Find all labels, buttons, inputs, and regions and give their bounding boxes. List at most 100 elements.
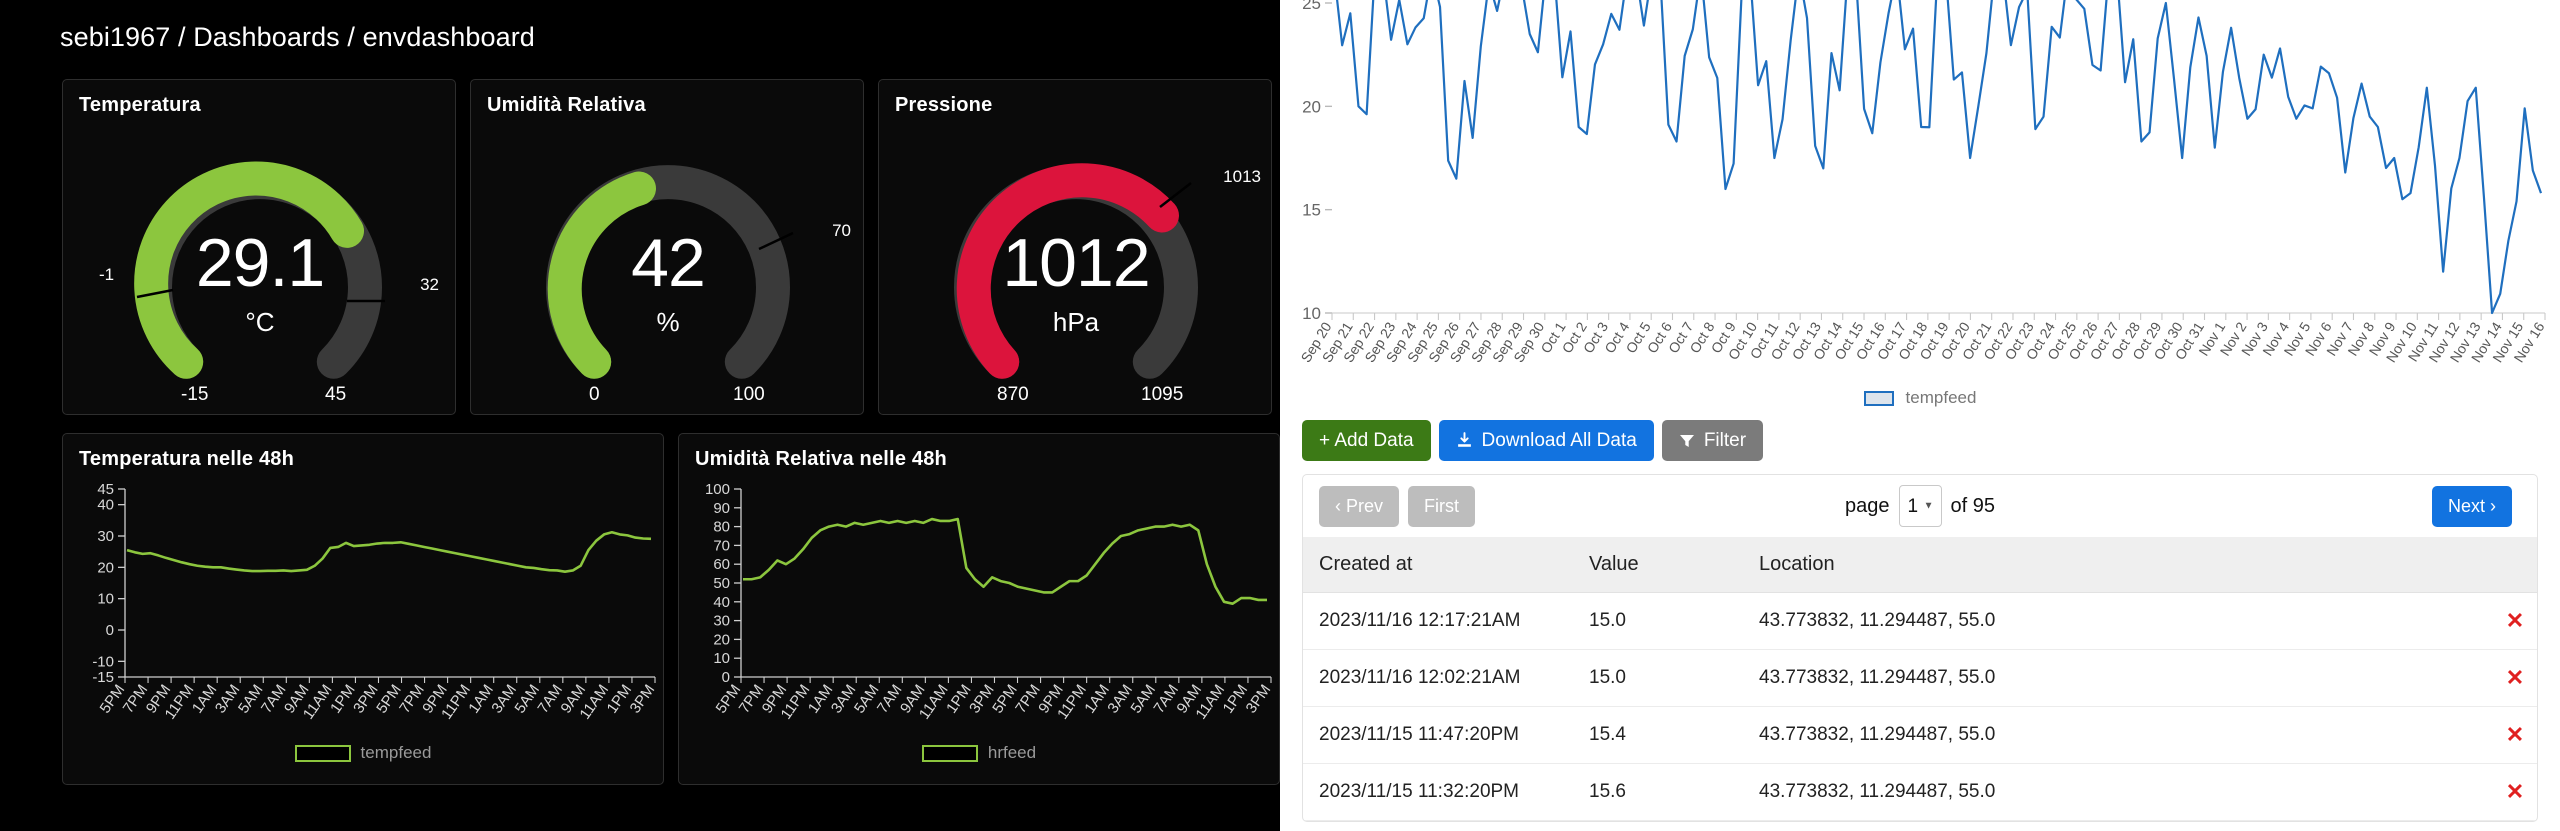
gauge-unit-umidita: % (656, 307, 680, 337)
chart-svg-umidita-48h: 10090807060504030201005PM7PM9PM11PM1AM3A… (705, 481, 1275, 722)
legend-swatch-tempfeed (294, 744, 351, 762)
measurements-table: Created at Value Location 2023/11/16 12:… (1303, 537, 2537, 821)
svg-text:7AM: 7AM (1150, 682, 1182, 717)
gauge-high-threshold-temperatura: 32 (420, 275, 439, 294)
chart-plot-temperatura-48h: 45 40 30 20 10 0 -10 -15 5PM 7PM 9PM 11PM 1AM 3AM 5AM 7… (63, 471, 663, 771)
cell-location: 43.773832, 11.294487, 55.0 (1743, 706, 2477, 764)
data-toolbar: + Add Data Download All Data Filter (1280, 412, 2560, 461)
svg-text:5AM: 5AM (851, 682, 883, 717)
svg-text:3AM: 3AM (212, 682, 244, 717)
svg-text:0: 0 (106, 622, 114, 639)
cell-created-at: 2023/11/15 11:32:20PM (1303, 763, 1573, 821)
svg-text:20: 20 (97, 559, 114, 576)
gauge-high-threshold-pressione: 1013 (1223, 167, 1261, 186)
gauge-value-umidita: 42 (631, 225, 706, 301)
svg-text:80: 80 (713, 519, 730, 536)
gauge-min-temperatura: -15 (181, 384, 209, 405)
svg-text:20: 20 (1302, 97, 1321, 116)
gauge-pressione: 1012 hPa 1013 (879, 117, 1273, 409)
svg-text:3AM: 3AM (1104, 682, 1136, 717)
column-header-created-at[interactable]: Created at (1303, 537, 1573, 593)
page-word-label: page (1845, 494, 1890, 517)
cell-value: 15.4 (1573, 706, 1743, 764)
svg-text:5PM: 5PM (373, 682, 405, 717)
svg-text:40: 40 (97, 497, 114, 514)
filter-button[interactable]: Filter (1661, 420, 1764, 461)
table-header-row: Created at Value Location (1303, 537, 2537, 593)
table-row: 2023/11/16 12:17:21AM 15.0 43.773832, 11.2… (1303, 592, 2537, 650)
chart-legend-temperatura-48h: tempfeed (63, 743, 663, 763)
add-data-button[interactable]: + Add Data (1302, 420, 1431, 461)
legend-swatch-hrfeed (921, 744, 978, 762)
page-select[interactable]: 1 (1898, 485, 1942, 527)
table-row: 2023/11/16 12:02:21AM 15.0 43.773832, 11.2… (1303, 649, 2537, 707)
charts-48h-row: Temperatura nelle 48h 45 40 30 20 10 0 -10 -15 5… (0, 433, 1280, 785)
svg-text:50: 50 (713, 575, 730, 592)
svg-text:5AM: 5AM (1127, 682, 1159, 717)
delete-row-icon[interactable]: ✕ (2506, 722, 2524, 748)
table-head: Created at Value Location (1303, 537, 2537, 593)
svg-text:10: 10 (1302, 304, 1321, 323)
chart-title-temperatura-48h: Temperatura nelle 48h (79, 448, 295, 470)
svg-text:3PM: 3PM (350, 682, 382, 717)
gauge-umidita: 42 % 70 (471, 117, 865, 409)
next-page-button[interactable]: Next › (2431, 485, 2512, 527)
first-page-button[interactable]: First (1408, 485, 1476, 527)
download-all-data-button[interactable]: Download All Data (1438, 420, 1654, 461)
breadcrumb[interactable]: sebi1967 / Dashboards / envdashboard (0, 0, 1280, 53)
big-chart-svg: 10152025Sep 20Sep 21Sep 22Sep 23Sep 24Se… (1297, 0, 2548, 365)
svg-text:70: 70 (713, 537, 730, 554)
svg-text:5PM: 5PM (713, 682, 745, 717)
prev-page-button[interactable]: ‹ Prev (1319, 485, 1400, 527)
gauge-unit-pressione: hPa (1052, 307, 1100, 337)
data-table-block: ‹ Prev First page 1 ▼ of 95 Next › Creat… (1302, 474, 2538, 822)
svg-text:90: 90 (713, 500, 730, 517)
page-select-wrap: 1 ▼ (1898, 485, 1942, 527)
gauge-card-temperatura: Temperatura 29.1 °C -1 32 -15 45 (62, 79, 456, 415)
gauge-temperatura: 29.1 °C -1 32 (63, 117, 457, 409)
delete-row-icon[interactable]: ✕ (2506, 779, 2524, 805)
legend-swatch-big-tempfeed (1863, 390, 1894, 406)
chart-svg-temperatura-48h: 45403020100-10-155PM7PM9PM11PM1AM3AM5AM7… (92, 481, 659, 722)
svg-text:3PM: 3PM (627, 682, 659, 717)
table-row: 2023/11/15 11:47:20PM 15.4 43.773832, 11.2… (1303, 706, 2537, 764)
svg-text:3AM: 3AM (488, 682, 520, 717)
page-total-label: of 95 (1950, 494, 1995, 517)
filter-label: Filter (1703, 430, 1747, 451)
cell-value: 15.6 (1573, 763, 1743, 821)
svg-text:25: 25 (1302, 0, 1321, 13)
column-header-value[interactable]: Value (1573, 537, 1743, 593)
svg-text:3PM: 3PM (1243, 682, 1275, 717)
cell-delete: ✕ (2477, 592, 2537, 650)
delete-row-icon[interactable]: ✕ (2506, 608, 2524, 634)
filter-icon (1679, 434, 1694, 447)
chart-card-umidita-48h: Umidità Relativa nelle 48h 100 90 80 70 60 50… (678, 433, 1280, 785)
gauge-min-pressione: 870 (997, 384, 1029, 405)
svg-text:-10: -10 (92, 653, 114, 670)
svg-text:20: 20 (713, 631, 730, 648)
cell-created-at: 2023/11/16 12:02:21AM (1303, 649, 1573, 707)
gauge-value-temperatura: 29.1 (195, 225, 325, 301)
svg-text:7AM: 7AM (534, 682, 566, 717)
download-all-data-label: Download All Data (1481, 430, 1637, 451)
svg-text:100: 100 (705, 481, 730, 498)
download-icon (1457, 432, 1471, 447)
column-header-location[interactable]: Location (1743, 537, 2477, 593)
svg-text:15: 15 (1302, 201, 1321, 220)
svg-text:30: 30 (713, 613, 730, 630)
svg-text:7PM: 7PM (396, 682, 428, 717)
cell-value: 15.0 (1573, 592, 1743, 650)
svg-text:7AM: 7AM (258, 682, 290, 717)
cell-location: 43.773832, 11.294487, 55.0 (1743, 592, 2477, 650)
svg-text:7AM: 7AM (874, 682, 906, 717)
gauge-max-pressione: 1095 (1141, 384, 1184, 405)
table-row: 2023/11/15 11:32:20PM 15.6 43.773832, 11.2… (1303, 763, 2537, 821)
svg-text:10: 10 (713, 650, 730, 667)
legend-label-tempfeed: tempfeed (360, 743, 432, 762)
delete-row-icon[interactable]: ✕ (2506, 665, 2524, 691)
legend-label-big-tempfeed: tempfeed (1905, 388, 1977, 407)
svg-text:7PM: 7PM (120, 682, 152, 717)
gauge-card-pressione: Pressione 1012 hPa 1013 870 1095 (878, 79, 1272, 415)
gauge-value-pressione: 1012 (1002, 225, 1150, 301)
chart-title-umidita-48h: Umidità Relativa nelle 48h (695, 448, 947, 470)
